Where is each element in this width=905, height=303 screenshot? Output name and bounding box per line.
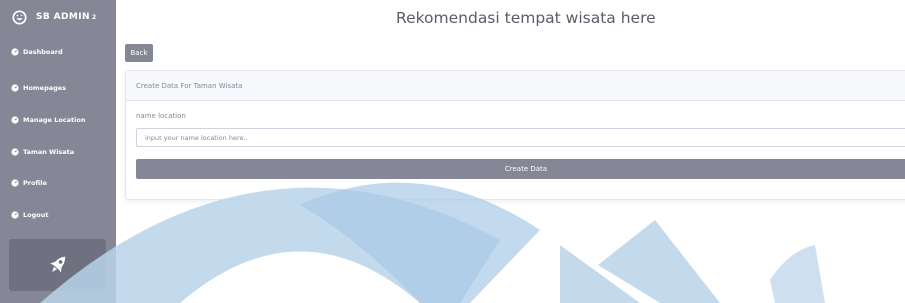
- sidebar-item-label: Profile: [23, 179, 47, 187]
- sidebar-item-label: Taman Wisata: [23, 148, 75, 156]
- sidebar: SB ADMIN 2 Dashboard Homepages Manage Loc…: [0, 0, 116, 303]
- tachometer-icon: [11, 48, 19, 56]
- sidebar-item-profile[interactable]: Profile: [0, 172, 116, 194]
- sidebar-item-manage-location[interactable]: Manage Location: [0, 109, 116, 131]
- sidebar-item-dashboard[interactable]: Dashboard: [0, 41, 116, 63]
- tachometer-icon: [11, 179, 19, 187]
- brand-name: SB ADMIN: [36, 12, 90, 22]
- sidebar-promo-card: [9, 239, 106, 291]
- tachometer-icon: [11, 211, 19, 219]
- location-label: name location: [136, 112, 186, 120]
- rocket-icon: [49, 256, 65, 273]
- laugh-wink-icon: [12, 9, 27, 25]
- page-title: Rekomendasi tempat wisata here: [396, 9, 656, 27]
- sidebar-item-homepages[interactable]: Homepages: [0, 77, 116, 99]
- sidebar-item-logout[interactable]: Logout: [0, 204, 116, 226]
- tachometer-icon: [11, 84, 19, 92]
- create-data-button[interactable]: Create Data: [136, 159, 905, 179]
- brand-version: 2: [91, 13, 97, 21]
- card-title: Create Data For Taman Wisata: [126, 71, 905, 101]
- sidebar-item-label: Manage Location: [23, 116, 86, 124]
- back-button[interactable]: Back: [125, 44, 153, 62]
- tachometer-icon: [11, 148, 19, 156]
- sidebar-item-label: Homepages: [23, 84, 67, 92]
- location-input[interactable]: [136, 128, 905, 147]
- sidebar-item-label: Dashboard: [23, 48, 63, 56]
- main-content: Rekomendasi tempat wisata here Back Crea…: [116, 0, 905, 303]
- tachometer-icon: [11, 116, 19, 124]
- app-window: SB ADMIN 2 Dashboard Homepages Manage Loc…: [0, 0, 905, 303]
- create-form-card: Create Data For Taman Wisata name locati…: [125, 70, 905, 200]
- sidebar-brand[interactable]: SB ADMIN 2: [0, 0, 116, 34]
- sidebar-item-taman-wisata[interactable]: Taman Wisata: [0, 141, 116, 163]
- sidebar-item-label: Logout: [23, 211, 49, 219]
